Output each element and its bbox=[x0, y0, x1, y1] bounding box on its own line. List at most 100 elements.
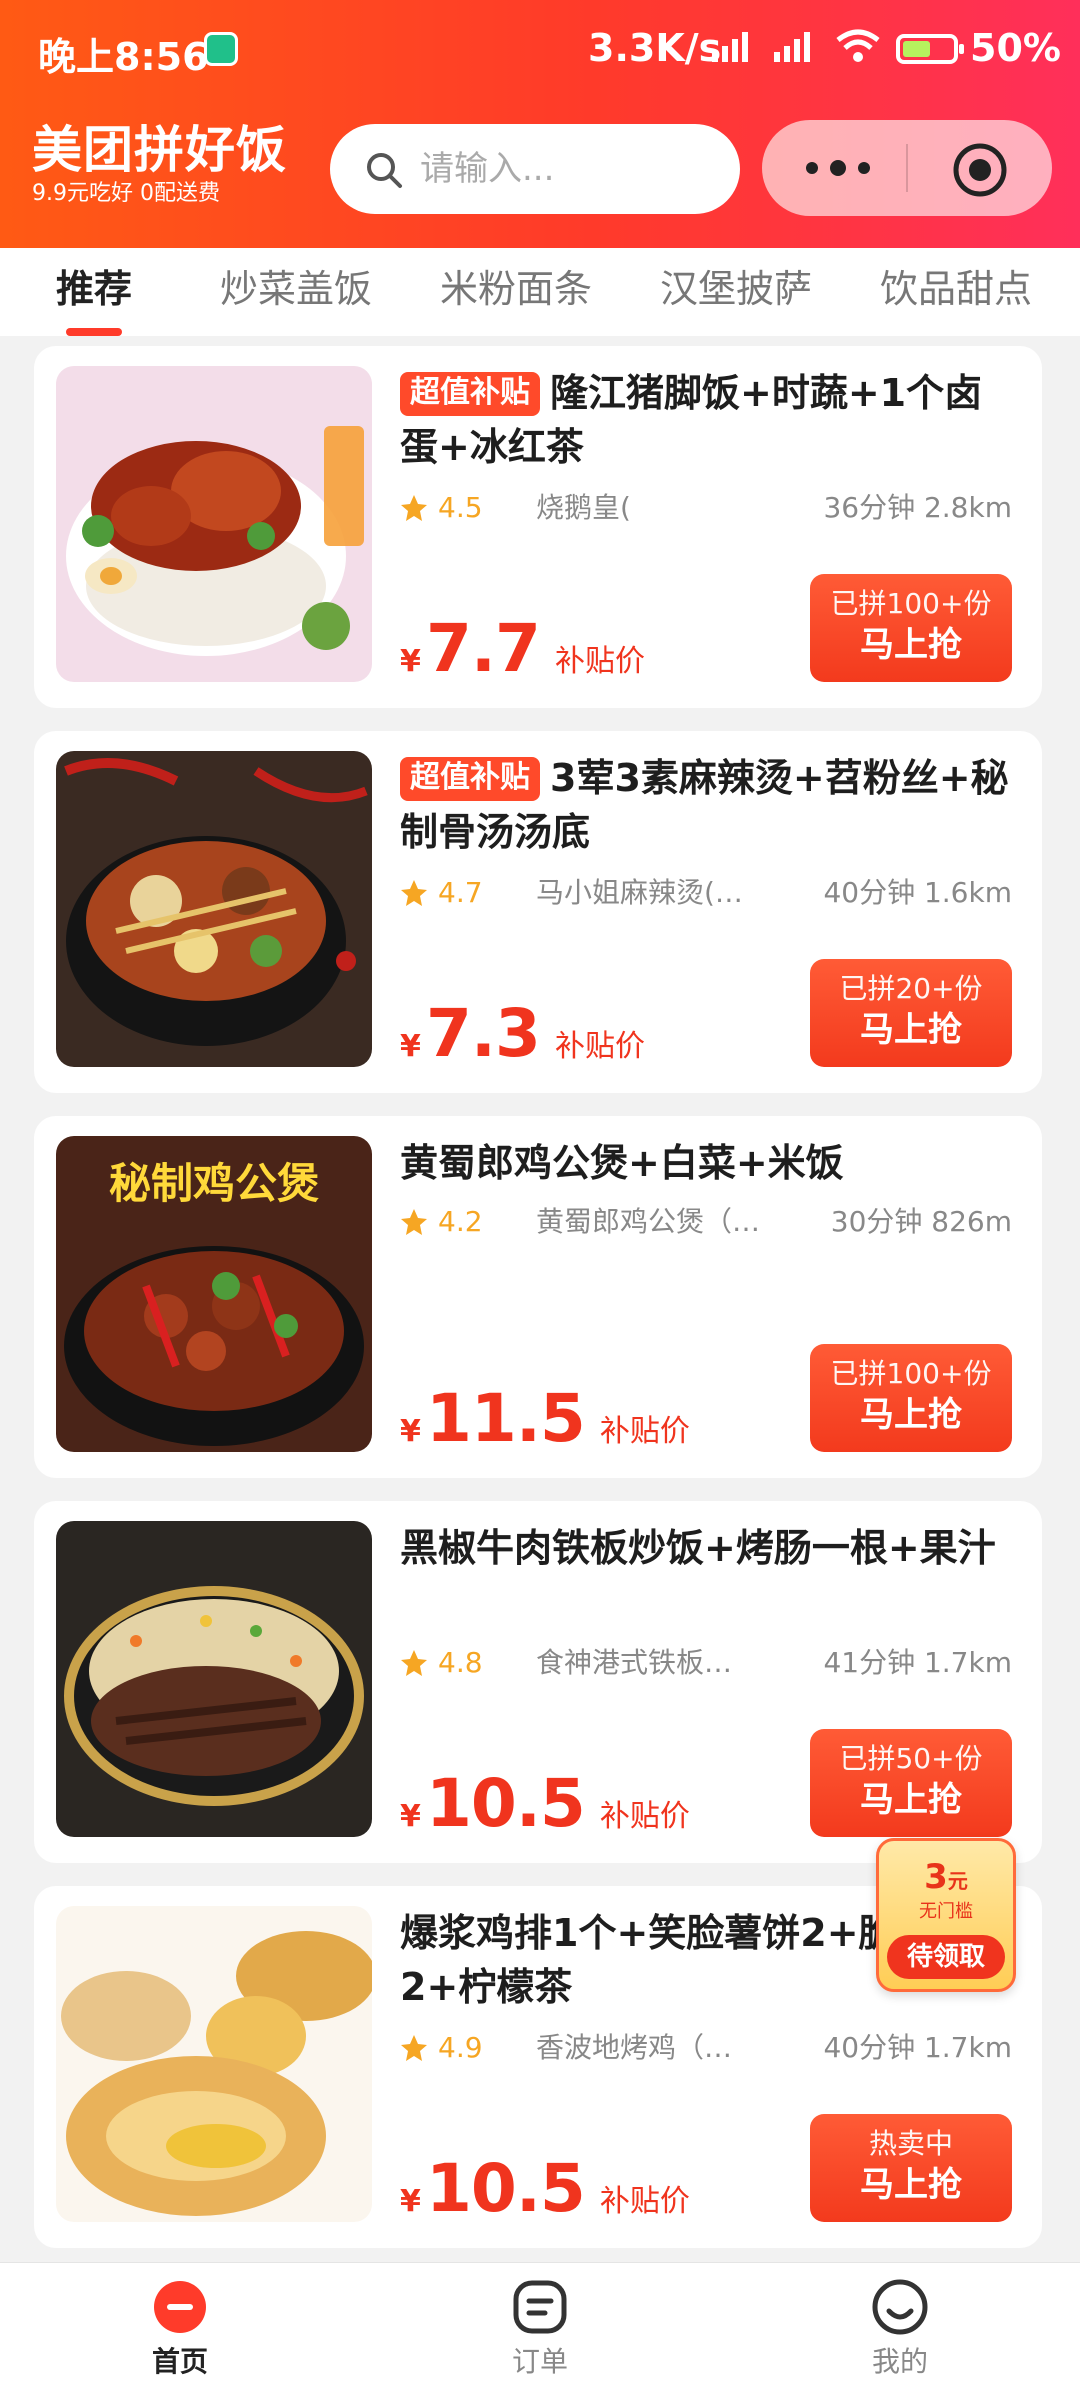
product-title: 爆浆鸡排1个+笑脸薯饼2+脆饺2+柠檬茶 bbox=[400, 1911, 935, 2009]
grab-label: 马上抢 bbox=[860, 1780, 962, 1820]
delivery-info: 40分钟 1.6km bbox=[823, 876, 1012, 909]
grab-label: 马上抢 bbox=[860, 2165, 962, 2205]
tab-burger-pizza[interactable]: 汉堡披萨 bbox=[660, 258, 812, 322]
rating: 4.5 bbox=[438, 491, 483, 524]
nav-home[interactable]: 首页 bbox=[100, 2277, 260, 2395]
product-image bbox=[56, 751, 372, 1067]
more-icon[interactable] bbox=[800, 150, 876, 186]
rating: 4.9 bbox=[438, 2031, 483, 2064]
tab-recommend[interactable]: 推荐 bbox=[56, 258, 132, 322]
home-icon bbox=[154, 2281, 206, 2333]
price-label: 补贴价 bbox=[554, 1029, 645, 1064]
close-target-icon[interactable] bbox=[952, 142, 1008, 198]
product-card[interactable]: 秘制鸡公煲 黄蜀郎鸡公煲+白菜+米饭 4.2 黄蜀郎鸡公煲（… 30分钟 826… bbox=[34, 1116, 1042, 1478]
product-title-wrap: 黄蜀郎鸡公煲+白菜+米饭 bbox=[400, 1136, 1012, 1190]
bottom-nav: 首页 订单 我的 bbox=[0, 2262, 1080, 2400]
grab-label: 马上抢 bbox=[860, 1395, 962, 1435]
price-symbol: ¥ bbox=[400, 1414, 421, 1449]
subsidy-tag: 超值补贴 bbox=[400, 757, 540, 801]
price-label: 补贴价 bbox=[599, 1799, 690, 1834]
grab-button[interactable]: 已拼20+份 马上抢 bbox=[810, 959, 1012, 1067]
tab-noodles[interactable]: 米粉面条 bbox=[440, 258, 592, 322]
product-image bbox=[56, 1906, 372, 2222]
product-image bbox=[56, 366, 372, 682]
price-value: 10.5 bbox=[425, 1765, 586, 1842]
shop-name: 马小姐麻辣烫(… bbox=[536, 876, 743, 909]
grab-label: 马上抢 bbox=[860, 1010, 962, 1050]
status-bar: 晚上8:56 3.3K/s 50% bbox=[0, 0, 1080, 96]
product-meta: 4.7 马小姐麻辣烫(… 40分钟 1.6km bbox=[400, 871, 1012, 915]
nav-me-label: 我的 bbox=[871, 2345, 928, 2378]
coupon-desc: 无门槛 bbox=[919, 1901, 973, 1922]
star-icon bbox=[401, 880, 427, 906]
wifi-icon bbox=[836, 29, 880, 62]
signal-icon bbox=[712, 32, 748, 62]
search-input[interactable] bbox=[420, 124, 720, 214]
price-symbol: ¥ bbox=[400, 1029, 421, 1064]
product-title-wrap: 超值补贴 3荤3素麻辣烫+苕粉丝+秘制骨汤汤底 bbox=[400, 751, 1012, 859]
sold-count: 已拼100+份 bbox=[830, 1357, 992, 1390]
tab-drinks-desserts[interactable]: 饮品甜点 bbox=[880, 258, 1032, 322]
subsidy-tag: 超值补贴 bbox=[400, 372, 540, 416]
product-image: 秘制鸡公煲 bbox=[56, 1136, 372, 1452]
image-text: 秘制鸡公煲 bbox=[109, 1159, 319, 1208]
nav-me[interactable]: 我的 bbox=[820, 2277, 980, 2395]
delivery-info: 36分钟 2.8km bbox=[823, 491, 1012, 524]
tab-underline bbox=[66, 328, 122, 336]
shop-name: 烧鹅皇( bbox=[536, 491, 631, 524]
shop-name: 食神港式铁板… bbox=[536, 1646, 733, 1679]
mini-program-capsule bbox=[762, 120, 1052, 216]
category-tabs: 推荐 炒菜盖饭 米粉面条 汉堡披萨 饮品甜点 bbox=[0, 248, 1080, 336]
price-label: 补贴价 bbox=[599, 2184, 690, 2219]
price: ¥ 11.5 补贴价 bbox=[400, 1380, 690, 1457]
grab-button[interactable]: 热卖中 马上抢 bbox=[810, 2114, 1012, 2222]
shield-icon bbox=[204, 32, 238, 66]
rating: 4.2 bbox=[438, 1205, 483, 1238]
grab-button[interactable]: 已拼100+份 马上抢 bbox=[810, 574, 1012, 682]
sold-count: 已拼50+份 bbox=[839, 1742, 983, 1775]
price-symbol: ¥ bbox=[400, 2184, 421, 2219]
orders-icon bbox=[513, 2280, 567, 2334]
delivery-info: 41分钟 1.7km bbox=[823, 1646, 1012, 1679]
product-card[interactable]: 超值补贴 隆江猪脚饭+时蔬+1个卤蛋+冰红茶 4.5 烧鹅皇( 36分钟 2.8k… bbox=[34, 346, 1042, 708]
nav-home-label: 首页 bbox=[151, 2345, 208, 2378]
sold-count: 已拼100+份 bbox=[830, 587, 992, 620]
delivery-info: 40分钟 1.7km bbox=[823, 2031, 1012, 2064]
sold-count: 热卖中 bbox=[868, 2127, 953, 2160]
brand: 美团拼好饭 9.9元吃好 0配送费 bbox=[32, 122, 287, 208]
coupon-float[interactable]: 3元 无门槛 待领取 bbox=[876, 1838, 1016, 1992]
price-label: 补贴价 bbox=[599, 1414, 690, 1449]
product-meta: 4.9 香波地烤鸡（… 40分钟 1.7km bbox=[400, 2026, 1012, 2070]
price: ¥ 10.5 补贴价 bbox=[400, 1765, 690, 1842]
tab-stir-fry-rice[interactable]: 炒菜盖饭 bbox=[220, 258, 372, 322]
price-symbol: ¥ bbox=[400, 644, 421, 679]
shop-name: 黄蜀郎鸡公煲（… bbox=[536, 1205, 761, 1238]
product-card[interactable]: 超值补贴 3荤3素麻辣烫+苕粉丝+秘制骨汤汤底 4.7 马小姐麻辣烫(… 40分钟… bbox=[34, 731, 1042, 1093]
nav-orders[interactable]: 订单 bbox=[460, 2277, 620, 2395]
product-meta: 4.5 烧鹅皇( 36分钟 2.8km bbox=[400, 486, 1012, 530]
price-label: 补贴价 bbox=[554, 644, 645, 679]
brand-subtitle: 9.9元吃好 0配送费 bbox=[32, 181, 220, 206]
grab-button[interactable]: 已拼50+份 马上抢 bbox=[810, 1729, 1012, 1837]
profile-icon bbox=[872, 2279, 928, 2335]
coupon-amount: 3元 bbox=[924, 1857, 968, 1897]
price-value: 10.5 bbox=[425, 2150, 586, 2227]
header: 晚上8:56 3.3K/s 50% 美团拼好饭 9.9元吃好 0配送费 bbox=[0, 0, 1080, 248]
price: ¥ 7.3 补贴价 bbox=[400, 995, 645, 1072]
search-bar[interactable] bbox=[330, 124, 740, 214]
delivery-info: 30分钟 826m bbox=[830, 1205, 1012, 1238]
price-symbol: ¥ bbox=[400, 1799, 421, 1834]
search-icon bbox=[367, 153, 402, 188]
product-title: 黑椒牛肉铁板炒饭+烤肠一根+果汁 bbox=[400, 1526, 996, 1570]
product-meta: 4.2 黄蜀郎鸡公煲（… 30分钟 826m bbox=[400, 1200, 1012, 1244]
rating: 4.8 bbox=[438, 1646, 483, 1679]
product-card[interactable]: 黑椒牛肉铁板炒饭+烤肠一根+果汁 4.8 食神港式铁板… 41分钟 1.7km … bbox=[34, 1501, 1042, 1863]
coupon-claim-button[interactable]: 待领取 bbox=[887, 1935, 1005, 1979]
grab-button[interactable]: 已拼100+份 马上抢 bbox=[810, 1344, 1012, 1452]
star-icon bbox=[401, 495, 427, 521]
price: ¥ 7.7 补贴价 bbox=[400, 610, 645, 687]
network-speed: 3.3K/s bbox=[588, 26, 722, 70]
nav-orders-label: 订单 bbox=[511, 2345, 568, 2378]
price: ¥ 10.5 补贴价 bbox=[400, 2150, 690, 2227]
shop-name: 香波地烤鸡（… bbox=[536, 2031, 733, 2064]
